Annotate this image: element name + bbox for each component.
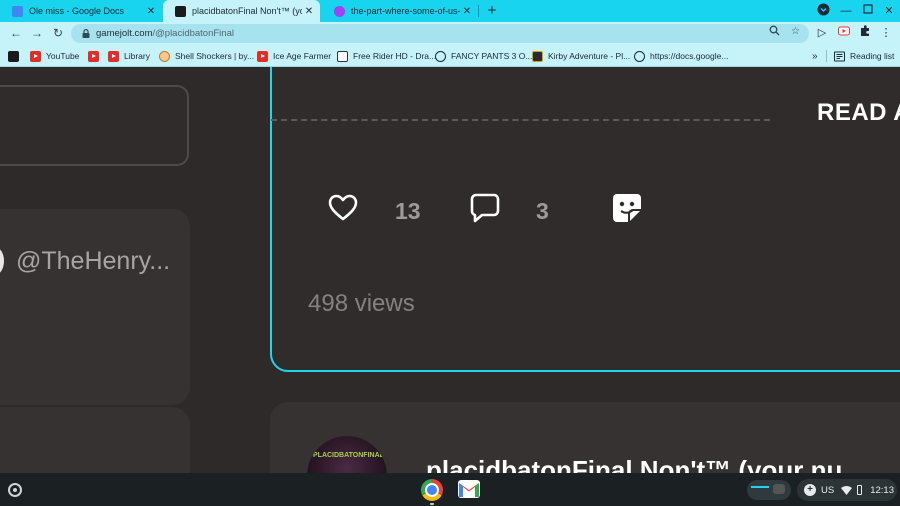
maximize-button[interactable] [860, 3, 876, 19]
sidebar-search-box[interactable] [0, 85, 189, 166]
bookmark-docs-google[interactable]: https://docs.google... [634, 45, 728, 67]
comment-icon[interactable] [470, 192, 500, 224]
wifi-icon [841, 485, 853, 495]
url-host: gamejolt.com [96, 28, 153, 39]
media-play-icon[interactable]: ▷ [814, 25, 830, 41]
close-icon[interactable]: ✕ [460, 6, 474, 17]
tab-search-button[interactable] [815, 3, 831, 19]
avatar-text: PLACIDBATONFINAL [313, 452, 384, 459]
running-indicator [430, 503, 434, 505]
gamejolt-icon [8, 50, 19, 62]
shellshock-icon [159, 50, 170, 62]
view-count: 498 views [308, 290, 415, 317]
launcher-button[interactable] [8, 483, 22, 497]
like-count[interactable]: 13 [395, 198, 421, 225]
os-shelf: + US 12:13 [0, 473, 900, 506]
globe-icon [435, 50, 446, 62]
kebab-menu-icon[interactable]: ⋮ [878, 25, 894, 41]
page-icon [334, 5, 345, 17]
close-icon[interactable]: ✕ [144, 6, 158, 17]
bookmark-youtube-2[interactable] [88, 45, 104, 67]
holding-space-button[interactable] [747, 480, 791, 500]
url-path: /@placidbatonFinal [152, 28, 234, 39]
bookmark-library[interactable]: Library [108, 45, 150, 67]
bookmark-label: Shell Shockers | by... [175, 51, 255, 61]
youtube-icon [257, 50, 268, 62]
bookmark-label: Kirby Adventure - Pl... [548, 51, 631, 61]
bookmark-youtube[interactable]: YouTube [30, 45, 79, 67]
maximize-icon [863, 4, 873, 14]
gamejolt-page: @TheHenry... READ A 13 3 498 views PLACI… [0, 67, 900, 473]
post-title[interactable]: placidbatonFinal Non't™ (your nu [426, 455, 842, 473]
comment-count[interactable]: 3 [536, 198, 549, 225]
bookmark-shell-shockers[interactable]: Shell Shockers | by... [159, 45, 254, 67]
address-bar[interactable]: gamejolt.com/@placidbatonFinal [71, 24, 809, 43]
google-docs-icon [12, 5, 23, 17]
bookmark-separator [826, 50, 827, 62]
new-tab-button[interactable]: + [484, 2, 500, 20]
bookmark-label: Free Rider HD - Dra... [353, 51, 437, 61]
tab-title: placidbatonFinal Non't™ (your n [192, 6, 302, 16]
user-handle[interactable]: @TheHenry... [16, 247, 170, 276]
bookmarks-bar: YouTube Library Shell Shockers | by... I… [0, 45, 900, 67]
search-icon[interactable] [768, 25, 781, 38]
kirby-icon [532, 50, 543, 62]
bookmark-gamejolt[interactable] [8, 45, 24, 67]
extension-icon[interactable] [836, 25, 852, 41]
globe-icon [634, 50, 645, 62]
bookmark-label: Ice Age Farmer [273, 51, 332, 61]
user-card [0, 209, 190, 405]
heart-icon[interactable] [328, 194, 358, 222]
tab-separator [478, 5, 479, 17]
tab-gamejolt[interactable]: placidbatonFinal Non't™ (your n ✕ [163, 0, 320, 22]
more-bookmarks-button[interactable]: » [812, 45, 818, 67]
forward-button[interactable]: → [29, 25, 45, 41]
sticker-icon[interactable] [611, 192, 643, 224]
read-more-button[interactable]: READ A [817, 99, 900, 127]
youtube-icon [88, 50, 99, 62]
tab-title: the-part-where-some-of-us-need- [351, 6, 460, 16]
close-window-button[interactable]: ✕ [881, 3, 897, 19]
bookmark-label: Library [124, 51, 150, 61]
chrome-app-icon[interactable] [421, 479, 443, 501]
tab-google-docs[interactable]: Ole miss - Google Docs ✕ [0, 0, 162, 22]
clock: 12:13 [870, 484, 894, 496]
reading-list-label: Reading list [850, 51, 895, 61]
plus-icon: + [804, 484, 816, 496]
battery-icon [857, 485, 863, 495]
lock-icon [82, 29, 90, 38]
gamejolt-icon [175, 5, 186, 17]
back-button[interactable]: ← [8, 25, 24, 41]
youtube-icon [108, 50, 119, 62]
tab-third[interactable]: the-part-where-some-of-us-need- ✕ [322, 0, 478, 22]
bookmark-free-rider[interactable]: Free Rider HD - Dra... [337, 45, 436, 67]
gmail-app-icon[interactable] [458, 480, 480, 498]
bookmark-ice-age-farmer[interactable]: Ice Age Farmer [257, 45, 331, 67]
reading-list-icon [834, 51, 845, 61]
sidebar-card [0, 407, 190, 473]
tab-strip: Ole miss - Google Docs ✕ placidbatonFina… [0, 0, 900, 22]
minimize-button[interactable]: — [838, 3, 854, 19]
bookmark-label: YouTube [46, 51, 80, 61]
reload-button[interactable]: ↻ [50, 25, 66, 41]
post-divider [271, 119, 770, 121]
keyboard-locale: US [821, 484, 835, 496]
bookmark-fancy-pants[interactable]: FANCY PANTS 3 O... [435, 45, 532, 67]
chevron-down-icon [817, 3, 829, 16]
post-card [270, 67, 900, 372]
youtube-icon [30, 50, 41, 62]
puzzle-icon[interactable] [857, 25, 873, 41]
freerider-icon [337, 50, 348, 62]
browser-toolbar: ← → ↻ gamejolt.com/@placidbatonFinal ☆ ▷… [0, 22, 900, 45]
reading-list-button[interactable]: Reading list [834, 45, 894, 67]
tab-title: Ole miss - Google Docs [29, 6, 125, 16]
status-tray[interactable]: + US 12:13 [797, 479, 897, 501]
star-icon[interactable]: ☆ [789, 25, 802, 38]
bookmark-label: FANCY PANTS 3 O... [451, 51, 533, 61]
bookmark-kirby[interactable]: Kirby Adventure - Pl... [532, 45, 630, 67]
bookmark-label: https://docs.google... [650, 51, 729, 61]
close-icon[interactable]: ✕ [302, 6, 316, 17]
